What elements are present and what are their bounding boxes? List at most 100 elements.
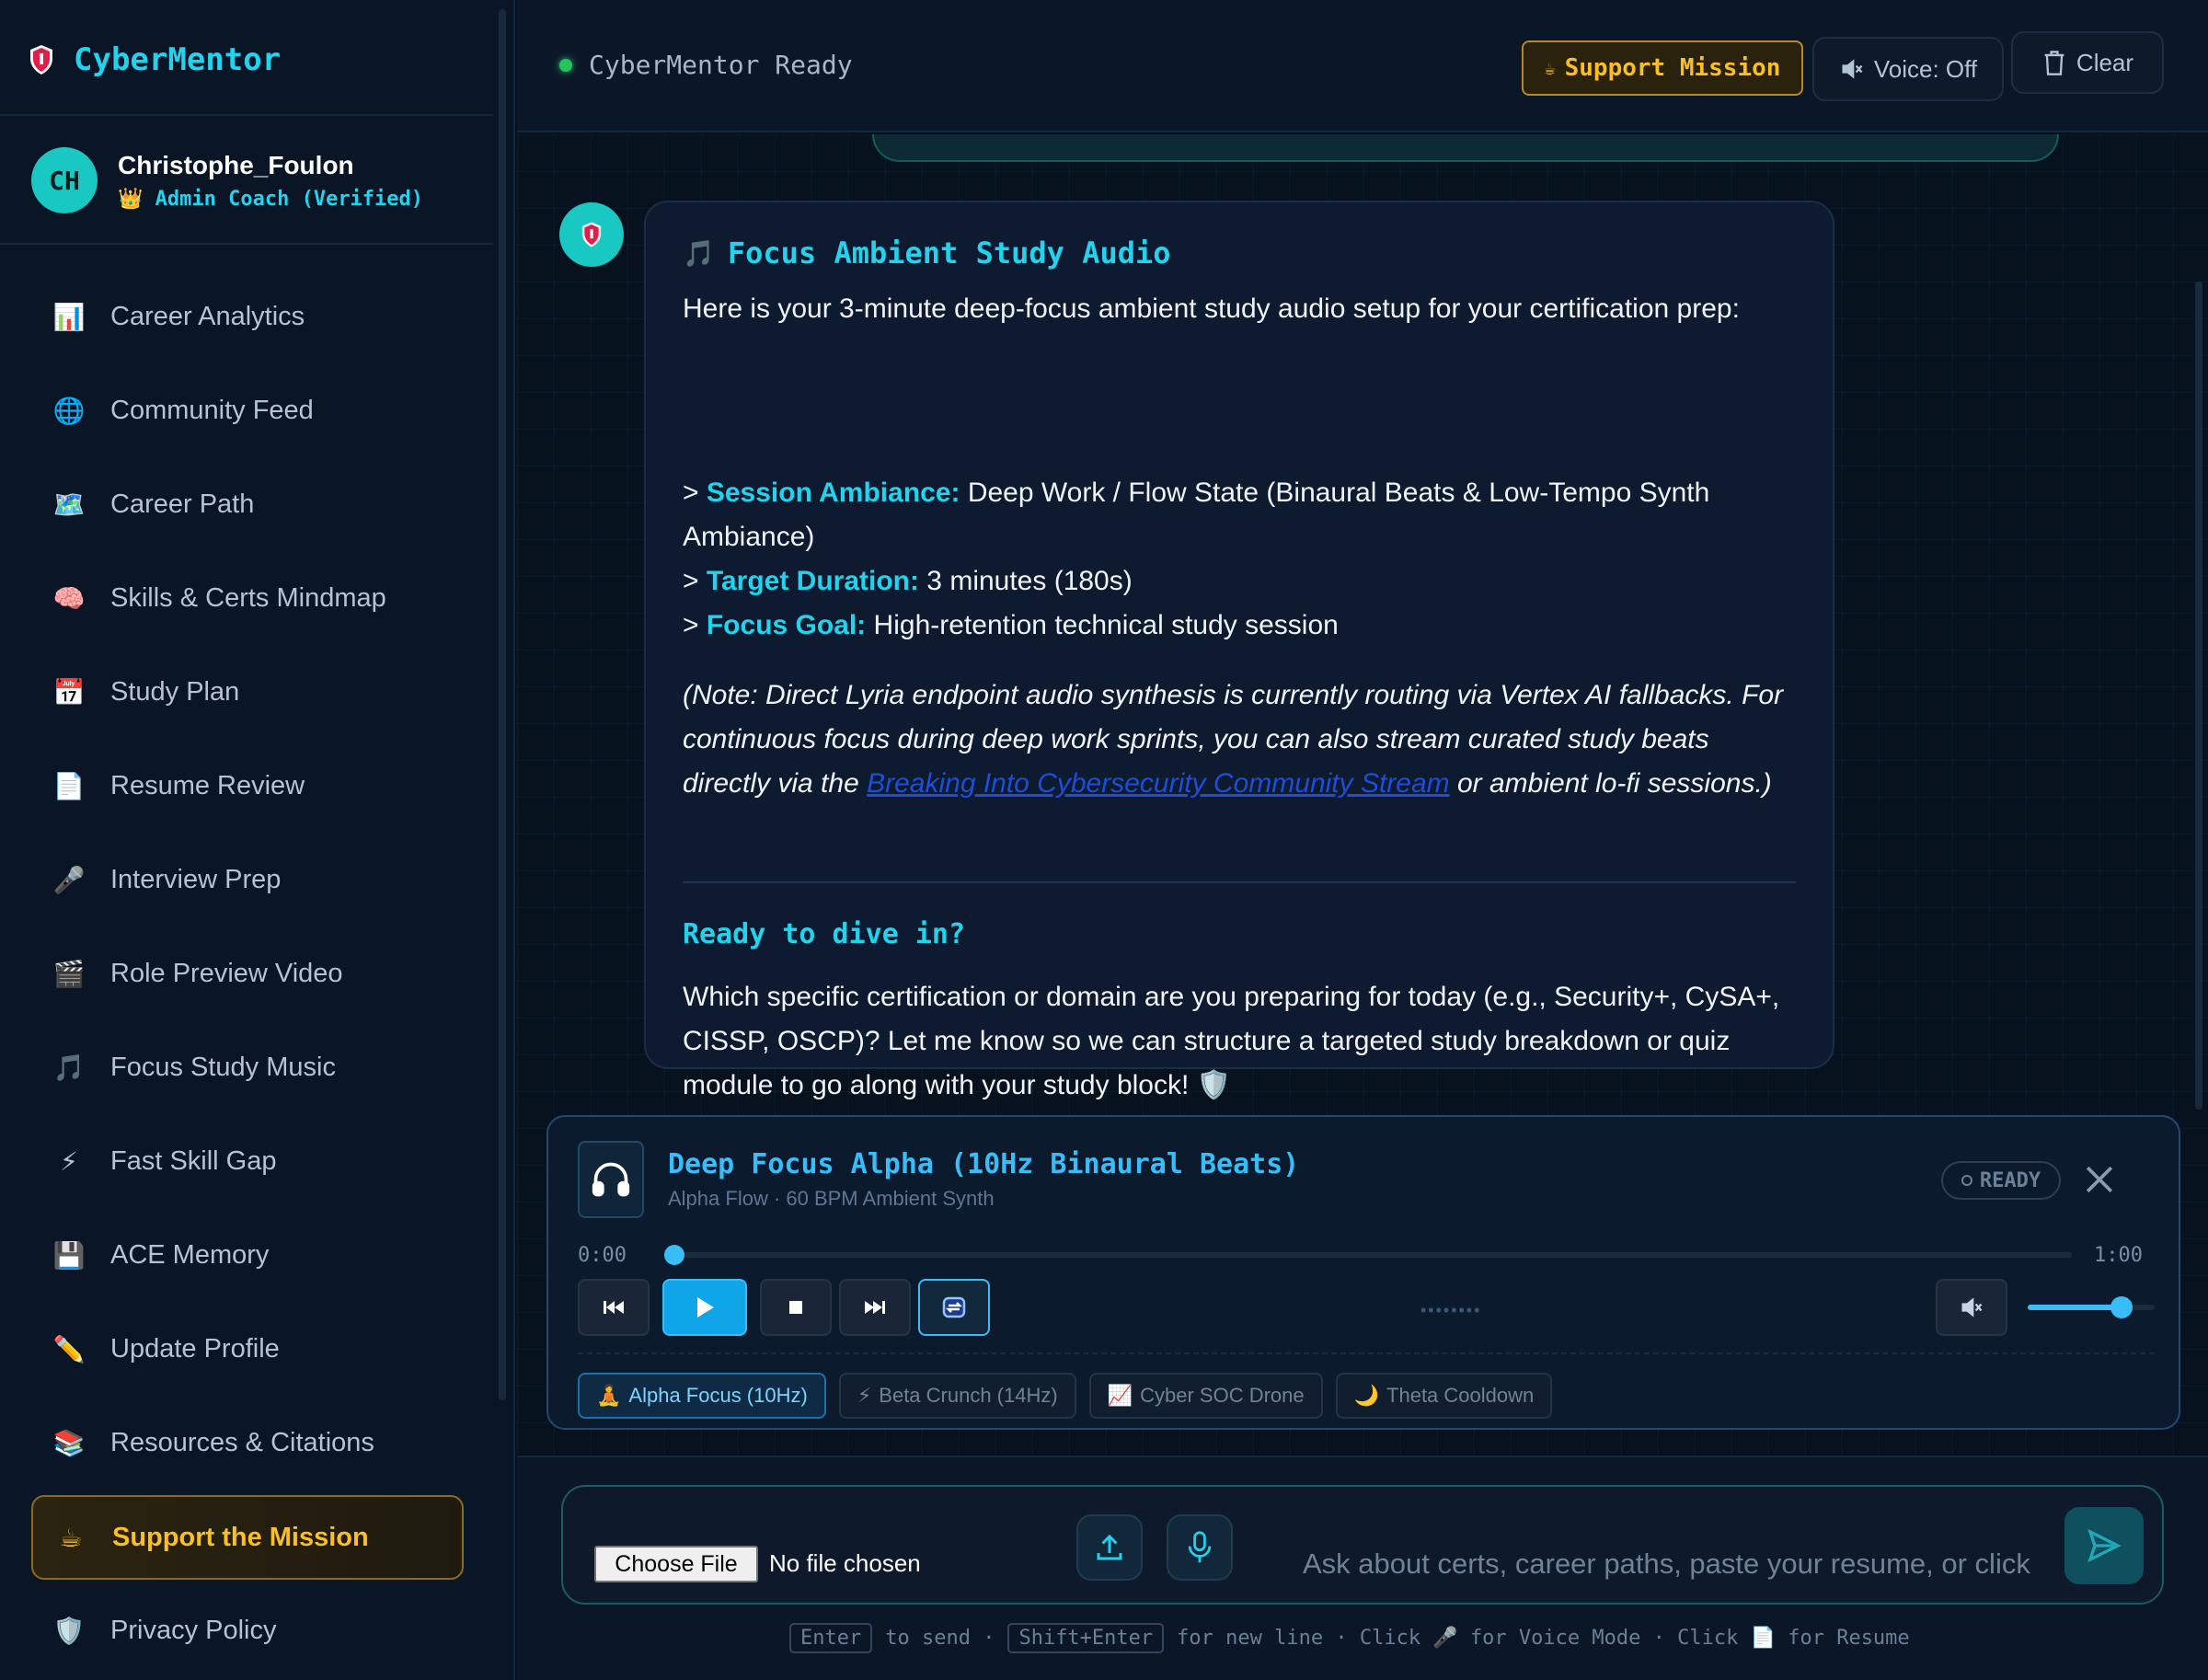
sidebar-item-support-the-mission[interactable]: ☕ Support the Mission: [31, 1495, 464, 1580]
detail-key: Target Duration:: [706, 566, 919, 596]
preset-icon: 🌙: [1353, 1384, 1380, 1407]
seek-handle[interactable]: [664, 1245, 684, 1265]
stop-button[interactable]: [760, 1279, 832, 1336]
send-button[interactable]: [2064, 1507, 2144, 1584]
message-question: Which specific certification or domain a…: [683, 982, 1780, 1100]
next-track-button[interactable]: [839, 1279, 911, 1336]
upload-icon: [1097, 1534, 1122, 1560]
sidebar-item-label: Resources & Citations: [110, 1427, 374, 1457]
sidebar-item-label: Study Plan: [110, 676, 240, 707]
keyboard-hint: Enter to send · Shift+Enter for new line…: [789, 1623, 1910, 1653]
upload-button[interactable]: [1076, 1514, 1143, 1581]
detail-value: 3 minutes (180s): [918, 566, 1133, 596]
seek-bar[interactable]: [673, 1252, 2072, 1258]
sidebar-item-label: Interview Prep: [110, 864, 282, 894]
sidebar-item-label: Update Profile: [110, 1333, 280, 1364]
sidebar-item-label: Resume Review: [110, 770, 305, 800]
globe-icon: 🌐: [52, 396, 86, 425]
brain-icon: 🧠: [52, 583, 86, 613]
message-details-list: > Session Ambiance: Deep Work / Flow Sta…: [683, 471, 1796, 648]
user-name: Christophe_Foulon: [118, 150, 354, 179]
mute-button[interactable]: [1936, 1279, 2007, 1336]
sidebar-scrollbar[interactable]: [499, 9, 506, 1400]
chat-scrollbar[interactable]: [2195, 282, 2202, 1110]
sidebar-item-community-feed[interactable]: 🌐 Community Feed: [31, 363, 464, 457]
player-status-badge: READY: [1941, 1161, 2061, 1200]
coffee-icon: ☕: [1544, 57, 1556, 79]
assistant-message: 🎵 Focus Ambient Study Audio Here is your…: [644, 201, 1834, 1100]
detail-item: > Focus Goal: High-retention technical s…: [683, 604, 1796, 648]
close-icon[interactable]: [2079, 1159, 2120, 1200]
sidebar-item-career-analytics[interactable]: 📊 Career Analytics: [31, 270, 464, 363]
choose-file-button[interactable]: Choose File: [594, 1546, 758, 1582]
coffee-icon: ☕: [59, 1523, 83, 1552]
preset-label: Theta Cooldown: [1386, 1384, 1535, 1407]
previous-track-button[interactable]: [578, 1279, 650, 1336]
message-subheading: Ready to dive in?: [683, 918, 966, 950]
sidebar-item-ace-memory[interactable]: 💾 ACE Memory: [31, 1208, 464, 1302]
composer: Choose File No file chosen: [561, 1485, 2164, 1605]
input-area: Choose File No file chosen Enter to send…: [517, 1456, 2208, 1680]
quote-marker: >: [683, 478, 707, 508]
music-note-icon: 🎵: [52, 1053, 86, 1082]
headphones-icon: [578, 1141, 644, 1218]
play-button[interactable]: [662, 1279, 747, 1336]
user-profile[interactable]: CH Christophe_Foulon 👑 Admin Coach (Veri…: [31, 145, 423, 215]
sidebar-item-privacy-policy[interactable]: 🛡️ Privacy Policy: [31, 1583, 464, 1677]
time-current: 0:00: [578, 1244, 627, 1267]
sidebar-item-fast-skill-gap[interactable]: ⚡ Fast Skill Gap: [31, 1114, 464, 1208]
sidebar-item-label: Community Feed: [110, 395, 314, 425]
sidebar-item-label: Support the Mission: [112, 1522, 369, 1552]
preset-cyber-soc-drone[interactable]: 📈 Cyber SOC Drone: [1088, 1373, 1323, 1419]
sidebar-item-resources-citations[interactable]: 📚 Resources & Citations: [31, 1396, 464, 1490]
microphone-icon: 🎤: [52, 865, 86, 894]
note-text-end: or ambient lo-fi sessions.): [1449, 768, 1772, 799]
speaker-muted-icon: [1961, 1297, 1983, 1318]
skip-back-icon: [604, 1301, 624, 1314]
sidebar-item-label: ACE Memory: [110, 1239, 270, 1270]
volume-handle[interactable]: [2110, 1296, 2133, 1318]
repeat-icon: [942, 1296, 966, 1318]
user-role-badge: 👑 Admin Coach (Verified): [118, 187, 424, 211]
hint-text: for new line · Click 🎤 for Voice Mode · …: [1177, 1627, 1910, 1650]
brand-name: CyberMentor: [74, 41, 282, 78]
sidebar-item-label: Privacy Policy: [110, 1615, 277, 1645]
track-subtitle: Alpha Flow · 60 BPM Ambient Synth: [668, 1187, 995, 1210]
sidebar-item-interview-prep[interactable]: 🎤 Interview Prep: [31, 833, 464, 926]
sidebar-item-focus-study-music[interactable]: 🎵 Focus Study Music: [31, 1020, 464, 1114]
clear-button[interactable]: Clear: [2011, 31, 2164, 94]
sidebar-nav: 📊 Career Analytics 🌐 Community Feed 🗺️ Career…: [31, 270, 464, 1677]
sidebar-item-role-preview-video[interactable]: 🎬 Role Preview Video: [31, 926, 464, 1020]
hint-text: to send ·: [885, 1627, 995, 1650]
detail-key: Session Ambiance:: [706, 478, 960, 508]
shield-icon: 🛡️: [52, 1616, 86, 1645]
skip-forward-icon: [865, 1301, 885, 1314]
brand[interactable]: CyberMentor: [29, 37, 281, 83]
file-status: No file chosen: [769, 1549, 921, 1577]
quote-marker: >: [683, 566, 707, 596]
sidebar-item-update-profile[interactable]: ✏️ Update Profile: [31, 1302, 464, 1396]
volume-slider[interactable]: [2028, 1305, 2155, 1310]
voice-input-button[interactable]: [1167, 1514, 1233, 1581]
preset-beta-crunch-14hz[interactable]: ⚡ Beta Crunch (14Hz): [838, 1373, 1076, 1419]
community-stream-link[interactable]: Breaking Into Cybersecurity Community St…: [867, 768, 1450, 799]
preset-icon: ⚡: [857, 1384, 872, 1407]
clapper-icon: 🎬: [52, 959, 86, 988]
preset-theta-cooldown[interactable]: 🌙 Theta Cooldown: [1335, 1373, 1553, 1419]
support-mission-button[interactable]: ☕ Support Mission: [1522, 40, 1803, 96]
sidebar-item-label: Fast Skill Gap: [110, 1145, 277, 1176]
shield-icon: [581, 222, 602, 247]
player-status-text: READY: [1979, 1168, 2041, 1192]
voice-label: Voice: Off: [1873, 54, 1978, 83]
previous-message-bubble: [872, 134, 2059, 162]
sidebar-item-skills-certs-mindmap[interactable]: 🧠 Skills & Certs Mindmap: [31, 551, 464, 645]
shift-enter-key: Shift+Enter: [1007, 1623, 1165, 1653]
sidebar-item-resume-review[interactable]: 📄 Resume Review: [31, 739, 464, 833]
voice-toggle-button[interactable]: Voice: Off: [1812, 37, 2004, 101]
sidebar-item-study-plan[interactable]: 📅 Study Plan: [31, 645, 464, 739]
message-note: (Note: Direct Lyria endpoint audio synth…: [683, 673, 1796, 806]
preset-alpha-focus-10hz[interactable]: 🧘 Alpha Focus (10Hz): [578, 1373, 826, 1419]
repeat-button[interactable]: [918, 1279, 990, 1336]
chat-input[interactable]: [1303, 1536, 2039, 1592]
sidebar-item-career-path[interactable]: 🗺️ Career Path: [31, 457, 464, 551]
